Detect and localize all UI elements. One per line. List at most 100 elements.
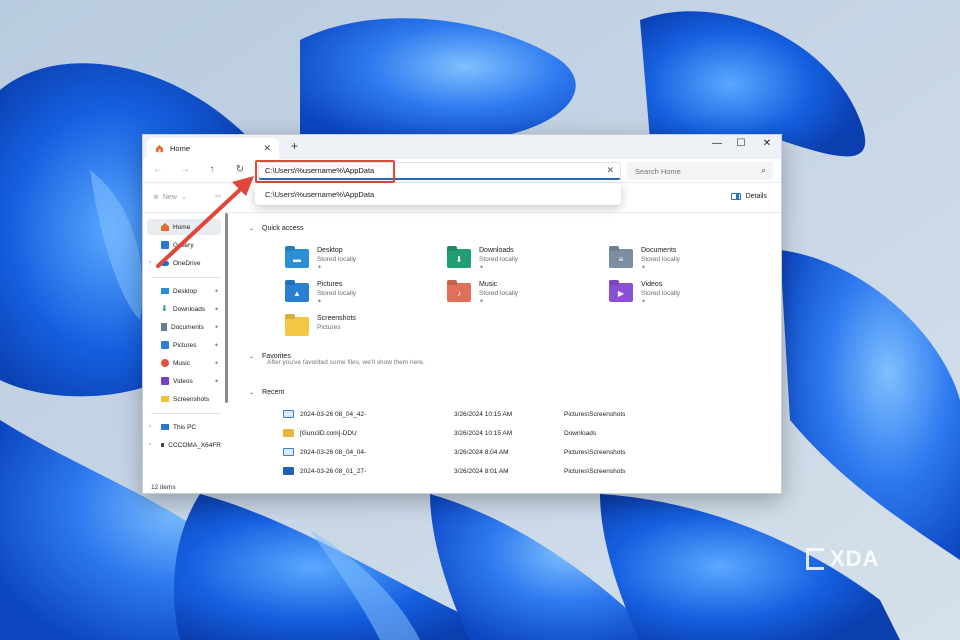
back-button[interactable]: ← (151, 164, 165, 175)
image-file-icon (283, 410, 294, 418)
sidebar-item-screenshots[interactable]: Screenshots (147, 391, 221, 407)
sidebar-scrollbar[interactable] (225, 213, 228, 403)
pin-icon: ✦ (213, 306, 219, 313)
pin-icon: ✦ (317, 299, 323, 305)
minimize-button[interactable]: — (707, 138, 727, 149)
desktop-icon (161, 288, 169, 294)
navigation-bar: ← → ↑ ↻ ✕ ⌕ (143, 159, 781, 183)
title-bar: Home ✕ + — ☐ ✕ (143, 135, 781, 159)
sidebar-item-downloads[interactable]: ⬇ Downloads ✦ (147, 301, 221, 317)
sidebar-item-home[interactable]: Home (147, 219, 221, 235)
file-name: [Guru3D.com]-DDU (300, 429, 357, 437)
tab-title: Home (170, 144, 191, 153)
sidebar-item-gallery[interactable]: Gallery (147, 237, 221, 253)
item-status: Stored locally (479, 290, 519, 297)
table-row[interactable]: [Guru3D.com]-DDU 3/26/2024 10:15 AM Down… (283, 426, 743, 440)
clear-address-icon[interactable]: ✕ (606, 165, 614, 176)
details-pane-icon (730, 193, 741, 200)
file-location: Pictures\Screenshots (564, 410, 626, 418)
plus-circle-icon: ⊕ (153, 194, 159, 201)
quick-access-desktop[interactable]: ▬ Desktop Stored locally ✦ (285, 247, 425, 277)
item-name: Documents (641, 247, 677, 254)
chevron-right-icon[interactable]: › (149, 260, 151, 266)
sidebar-item-this-pc[interactable]: › This PC (147, 419, 221, 435)
sidebar-item-documents[interactable]: Documents ✦ (147, 319, 221, 335)
pin-icon: ✦ (213, 324, 219, 331)
sidebar-item-desktop[interactable]: Desktop ✦ (147, 283, 221, 299)
file-name: 2024-03-26 08_01_27- (300, 467, 367, 475)
sidebar-divider (151, 277, 221, 278)
tab-home[interactable]: Home ✕ (147, 138, 279, 159)
sidebar-item-pictures[interactable]: Pictures ✦ (147, 337, 221, 353)
annotation-highlight-box (255, 160, 395, 183)
item-name: Videos (641, 281, 663, 288)
tab-close-icon[interactable]: ✕ (263, 143, 271, 154)
recent-header[interactable]: ⌄ Recent (249, 389, 284, 396)
refresh-button[interactable]: ↻ (233, 164, 247, 175)
sidebar-item-label: This PC (173, 423, 197, 431)
chevron-right-icon[interactable]: › (149, 442, 151, 448)
new-tab-button[interactable]: + (291, 139, 298, 153)
cut-icon[interactable]: ✂ (215, 192, 222, 201)
suggestion-text: C:\Users\%username%\AppData (265, 189, 375, 199)
file-date: 3/26/2024 8:04 AM (454, 448, 509, 456)
search-box[interactable]: ⌕ (627, 162, 773, 180)
new-button[interactable]: ⊕ New ⌄ (153, 193, 187, 202)
watermark-text: XDA (830, 546, 880, 571)
search-input[interactable] (635, 166, 751, 176)
quick-access-downloads[interactable]: ⬇ Downloads Stored locally ✦ (447, 247, 587, 277)
chevron-right-icon[interactable]: › (149, 424, 151, 430)
item-status: Stored locally (641, 256, 681, 263)
pin-icon: ✦ (479, 265, 485, 271)
quick-access-screenshots[interactable]: Screenshots Pictures (285, 315, 425, 345)
cloud-icon (161, 260, 169, 266)
address-suggestion[interactable]: C:\Users\%username%\AppData (255, 183, 621, 205)
table-row[interactable]: 2024-03-26 08_04_04- 3/26/2024 8:04 AM P… (283, 445, 743, 459)
file-date: 3/26/2024 8:01 AM (454, 467, 509, 475)
chevron-down-icon: ⌄ (180, 194, 187, 201)
sidebar-item-label: Videos (173, 377, 193, 385)
pin-icon: ✦ (479, 299, 485, 305)
sidebar-item-videos[interactable]: Videos ✦ (147, 373, 221, 389)
drive-icon (161, 443, 165, 447)
close-window-button[interactable]: ✕ (757, 138, 777, 149)
music-folder-icon: ♪ (447, 283, 471, 302)
chevron-down-icon: ⌄ (249, 390, 255, 396)
home-icon (155, 144, 164, 153)
quick-access-documents[interactable]: ≡ Documents Stored locally ✦ (609, 247, 749, 277)
sidebar-item-label: OneDrive (173, 259, 201, 267)
sidebar-item-label: CCCOMA_X64FR (168, 441, 221, 449)
pictures-folder-icon: ▲ (285, 283, 309, 302)
folder-icon (161, 396, 169, 402)
search-icon[interactable]: ⌕ (761, 165, 766, 176)
table-row[interactable]: 2024-03-26 08_01_27- 3/26/2024 8:01 AM P… (283, 464, 743, 478)
sidebar-item-label: Gallery (173, 241, 194, 249)
sidebar-item-label: Music (173, 359, 190, 367)
quick-access-videos[interactable]: ▶ Videos Stored locally ✦ (609, 281, 749, 311)
sidebar-item-label: Home (173, 223, 191, 231)
item-name: Music (479, 281, 498, 288)
maximize-button[interactable]: ☐ (731, 138, 751, 149)
sidebar-item-drive[interactable]: › CCCOMA_X64FR (147, 437, 221, 453)
new-button-label: New (162, 193, 177, 201)
table-row[interactable]: 2024-03-26 08_04_42- 3/26/2024 10:15 AM … (283, 407, 743, 421)
quick-access-pictures[interactable]: ▲ Pictures Stored locally ✦ (285, 281, 425, 311)
quick-access-music[interactable]: ♪ Music Stored locally ✦ (447, 281, 587, 311)
item-status: Stored locally (479, 256, 519, 263)
details-label: Details (745, 193, 767, 200)
sidebar-item-onedrive[interactable]: › OneDrive (147, 255, 221, 271)
forward-button[interactable]: → (178, 164, 192, 175)
pin-icon: ✦ (641, 265, 647, 271)
sidebar-divider (151, 413, 221, 414)
sidebar-item-music[interactable]: Music ✦ (147, 355, 221, 371)
image-file-icon (283, 448, 294, 456)
quick-access-header[interactable]: ⌄ Quick access (249, 225, 304, 232)
gallery-icon (161, 241, 169, 249)
item-name: Screenshots (317, 315, 356, 322)
details-button[interactable]: Details (730, 193, 767, 200)
pictures-icon (161, 341, 169, 349)
up-button[interactable]: ↑ (205, 164, 219, 175)
zip-folder-icon (283, 429, 294, 437)
file-location: Pictures\Screenshots (564, 448, 626, 456)
desktop-folder-icon: ▬ (285, 249, 309, 268)
